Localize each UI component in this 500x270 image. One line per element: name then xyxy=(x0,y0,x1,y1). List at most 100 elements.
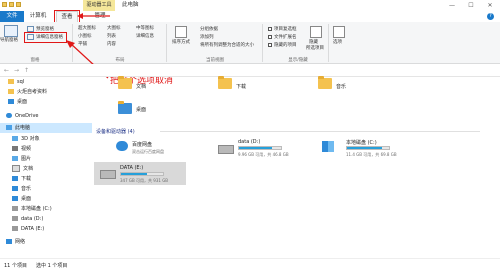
up-arrow-icon[interactable]: ↑ xyxy=(24,67,29,74)
video-icon xyxy=(12,146,18,151)
nav-item-pictures[interactable]: 图片 xyxy=(12,154,31,164)
nav-item-study-materials[interactable]: 火炬自考资料 xyxy=(8,87,47,97)
layout-large[interactable]: 大图标 xyxy=(107,25,121,31)
item-checkboxes-label: 项目复选框 xyxy=(274,27,297,32)
desktop-folder-icon xyxy=(118,101,132,114)
item-checkboxes-checkbox[interactable] xyxy=(268,27,272,31)
baidu-netdisk-icon xyxy=(116,141,128,151)
drive-icon xyxy=(12,216,18,221)
tab-file[interactable]: 文件 xyxy=(0,11,24,22)
file-extensions-checkbox[interactable] xyxy=(268,35,272,39)
drive-c-usage-bar xyxy=(346,146,390,150)
sort-by-button[interactable]: 排序方式 xyxy=(172,39,190,45)
drive-icon xyxy=(100,170,116,179)
nav-item-label: 3D 对象 xyxy=(21,136,40,142)
drive-d-usage-fill xyxy=(239,147,273,149)
nav-item-desktop[interactable]: 桌面 xyxy=(12,194,31,204)
nav-item-label: 图片 xyxy=(21,156,32,162)
folder-desktop[interactable]: 桌面 xyxy=(136,106,146,113)
nav-pane-button[interactable]: 导航窗格 xyxy=(0,37,18,43)
nav-item-onedrive[interactable]: OneDrive xyxy=(6,111,39,121)
desktop-icon xyxy=(12,196,18,201)
nav-item-label: 网络 xyxy=(15,239,26,245)
back-arrow-icon[interactable]: ← xyxy=(4,67,9,74)
options-button[interactable]: 选项 xyxy=(333,39,342,45)
close-button[interactable]: ✕ xyxy=(482,0,498,11)
layout-medium[interactable]: 中等图标 xyxy=(136,25,154,31)
nav-item-label: 火炬自考资料 xyxy=(17,89,48,95)
nav-item-drive-e[interactable]: DATA (E:) xyxy=(12,224,44,234)
drive-e-usage-bar xyxy=(120,172,164,176)
separator xyxy=(328,24,329,62)
nav-item-label: DATA (E:) xyxy=(21,226,45,232)
folder-icon xyxy=(318,76,332,89)
drive-icon xyxy=(12,206,18,211)
drive-e-name[interactable]: DATA (E:) xyxy=(120,165,143,171)
quick-access-toolbar[interactable] xyxy=(2,2,42,9)
window-title: 此电脑 xyxy=(122,2,139,8)
hidden-items-toggle[interactable]: 隐藏的项目 xyxy=(268,42,297,48)
drive-d-name[interactable]: data (D:) xyxy=(238,139,260,145)
nav-pane-icon xyxy=(4,25,18,37)
nav-item-this-pc[interactable]: 此电脑 xyxy=(0,123,92,133)
picture-icon xyxy=(12,156,18,161)
cube-icon xyxy=(12,136,18,141)
nav-item-label: 本地磁盘 (C:) xyxy=(21,206,52,212)
hidden-items-label: 隐藏的项目 xyxy=(274,43,297,48)
nav-item-network[interactable]: 网络 xyxy=(6,237,25,247)
baidu-netdisk-sub: 双击运行百度网盘 xyxy=(132,149,164,154)
music-icon xyxy=(12,186,18,191)
nav-item-videos[interactable]: 视频 xyxy=(12,144,31,154)
folder-icon xyxy=(8,79,14,84)
drive-icon xyxy=(218,145,234,154)
baidu-netdisk-name[interactable]: 百度网盘 xyxy=(132,141,152,148)
forward-arrow-icon[interactable]: → xyxy=(14,67,19,74)
network-icon xyxy=(6,239,12,244)
computer-icon xyxy=(6,125,12,130)
nav-item-sql[interactable]: sql xyxy=(8,77,24,87)
cloud-icon xyxy=(6,113,12,118)
navigation-pane: sql 火炬自考资料 桌面 OneDrive 此电脑 3D 对象 视频 图片 文… xyxy=(0,77,92,257)
drive-c-usage-fill xyxy=(347,147,383,149)
item-checkboxes-toggle[interactable]: 项目复选框 xyxy=(268,26,297,32)
nav-item-desktop-quick[interactable]: 桌面 xyxy=(8,97,27,107)
sort-icon xyxy=(175,26,187,38)
file-extensions-label: 文件扩展名 xyxy=(274,35,297,40)
hidden-items-checkbox[interactable] xyxy=(268,43,272,47)
nav-item-downloads[interactable]: 下载 xyxy=(12,174,31,184)
nav-item-music[interactable]: 音乐 xyxy=(12,184,31,194)
nav-item-label: OneDrive xyxy=(15,113,39,119)
minimize-button[interactable]: — xyxy=(444,0,460,11)
drive-d-usage-bar xyxy=(238,146,282,150)
nav-item-label: 此电脑 xyxy=(15,125,31,131)
address-bar[interactable]: ← → ↑ xyxy=(0,64,500,77)
nav-item-drive-c[interactable]: 本地磁盘 (C:) xyxy=(12,204,52,214)
nav-item-label: 视频 xyxy=(21,146,32,152)
folder-icon xyxy=(118,76,132,89)
devices-section-header[interactable]: 设备和驱动器 (4) xyxy=(96,128,135,135)
layout-group-label: 布局 xyxy=(115,58,125,63)
nav-item-documents[interactable]: 文档 xyxy=(12,164,33,174)
nav-item-3d-objects[interactable]: 3D 对象 xyxy=(12,134,40,144)
options-icon xyxy=(333,26,345,38)
nav-item-label: 下载 xyxy=(21,176,32,182)
fit-columns-button[interactable]: 将所有列调整为合适的大小 xyxy=(200,42,254,48)
group-by-button[interactable]: 分组依据 xyxy=(200,26,218,32)
nav-item-drive-d[interactable]: data (D:) xyxy=(12,214,43,224)
folder-music[interactable]: 音乐 xyxy=(336,83,346,90)
windows-drive-icon xyxy=(322,141,334,152)
help-icon[interactable]: ? xyxy=(487,13,494,20)
file-extensions-toggle[interactable]: 文件扩展名 xyxy=(268,34,297,40)
drive-c-name[interactable]: 本地磁盘 (C:) xyxy=(346,139,377,146)
drive-e-usage-fill xyxy=(121,173,148,175)
folder-documents[interactable]: 文档 xyxy=(136,83,146,90)
add-column-button[interactable]: 添加列 xyxy=(200,34,214,40)
tab-computer[interactable]: 计算机 xyxy=(27,11,49,22)
folder-downloads[interactable]: 下载 xyxy=(236,83,246,90)
folder-icon xyxy=(218,76,232,89)
panes-group-label: 窗格 xyxy=(30,58,40,63)
hide-selected-icon xyxy=(310,26,322,38)
layout-details[interactable]: 详细信息 xyxy=(136,33,154,39)
maximize-button[interactable]: ☐ xyxy=(463,0,479,11)
layout-extra-large[interactable]: 超大图标 xyxy=(78,25,96,31)
